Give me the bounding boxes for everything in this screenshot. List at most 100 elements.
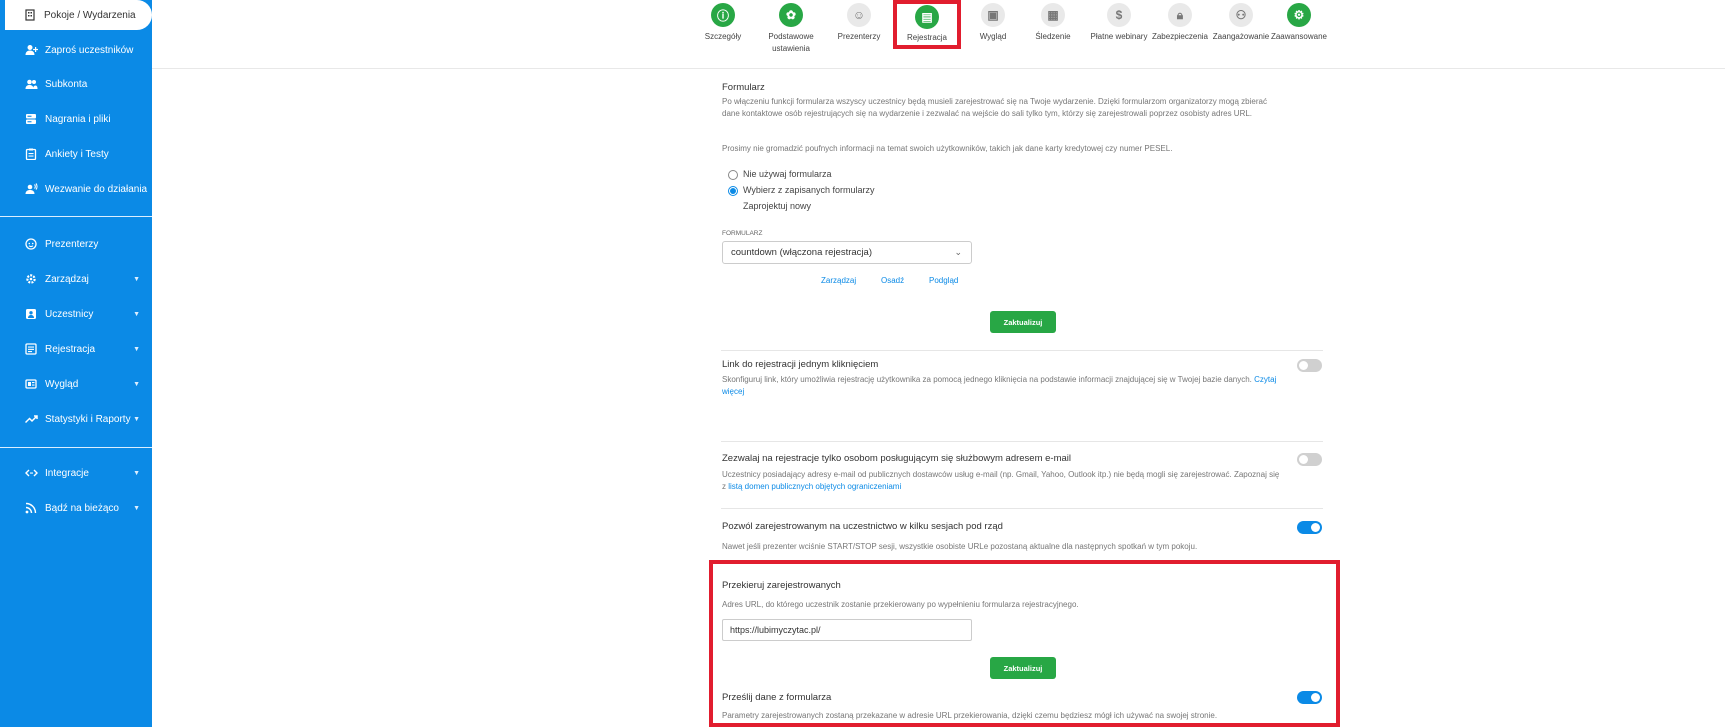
business-email-title: Zezwalaj na rejestracje tylko osobom pos… [722,453,1071,464]
layout-icon [24,377,38,391]
info-icon: ⓘ [711,3,735,27]
sidebar: Pokoje / Wydarzenia Zaproś uczestników S… [0,0,152,727]
form-icon [24,342,38,356]
sidebar-item-participants[interactable]: Uczestnicy ▼ [0,297,152,331]
pass-data-description: Parametry zarejestrowanych zostaną przek… [722,711,1218,720]
sidebar-divider [0,216,152,217]
user-plus-icon [24,43,38,57]
sidebar-item-recordings[interactable]: Nagrania i pliki [0,102,152,136]
sidebar-item-label: Wezwanie do działania [45,183,148,195]
sidebar-item-label: Prezenterzy [45,238,99,250]
tab-advanced[interactable]: ⚙ Zaawansowane [1262,0,1336,43]
sidebar-item-label: Rejestracja [45,343,96,355]
form-privacy-note: Prosimy nie gromadzić poufnych informacj… [722,144,1173,153]
sidebar-item-label: Zaproś uczestników [45,44,134,56]
radio-no-form[interactable] [728,170,738,180]
form-select-value: countdown (włączona rejestracja) [731,247,872,258]
tab-label: Rejestracja [906,33,947,42]
sidebar-item-surveys[interactable]: Ankiety i Testy [0,137,152,171]
sidebar-divider [0,447,152,448]
redirect-description: Adres URL, do którego uczestnik zostanie… [722,600,1079,609]
form-section-title: Formularz [722,82,765,93]
tab-details[interactable]: ⓘ Szczegóły [686,0,760,43]
sidebar-item-invite[interactable]: Zaproś uczestników [0,33,152,67]
layout-icon: ▣ [981,3,1005,27]
sidebar-item-stay-updated[interactable]: Bądź na bieżąco ▼ [0,491,152,525]
radio-saved-forms[interactable] [728,186,738,196]
tab-label: Śledzenie [1035,32,1071,41]
pass-data-toggle[interactable] [1297,691,1322,704]
sidebar-item-appearance[interactable]: Wygląd ▼ [0,367,152,401]
code-arrows-icon [24,466,38,480]
gear-icon: ✿ [779,3,803,27]
multi-session-toggle[interactable] [1297,521,1322,534]
pass-data-title: Prześlij dane z formularza [722,692,832,703]
tab-presenters[interactable]: ☺ Prezenterzy [822,0,896,43]
chevron-down-icon: ▼ [133,415,140,423]
update-form-button[interactable]: Zaktualizuj [990,311,1056,333]
sidebar-item-rooms[interactable]: Pokoje / Wydarzenia [5,0,152,30]
oneclick-toggle[interactable] [1297,359,1322,372]
lock-icon: 🔒︎ [1168,3,1192,27]
oneclick-description: Skonfiguruj link, który umożliwia rejest… [722,374,1282,398]
sidebar-item-label: Uczestnicy [45,308,94,320]
redirect-title: Przekieruj zarejestrowanych [722,580,841,591]
sidebar-item-subaccounts[interactable]: Subkonta [0,67,152,101]
gear-icon [24,272,38,286]
tab-label: Podstawowe ustawienia [768,32,814,53]
chevron-down-icon: ▼ [133,275,140,283]
section-divider [721,508,1323,509]
chevron-down-icon: ▼ [133,469,140,477]
sidebar-item-call-to-action[interactable]: Wezwanie do działania [0,172,152,206]
chevron-down-icon: ▼ [133,345,140,353]
tab-basic-settings[interactable]: ✿ Podstawowe ustawienia [754,0,828,55]
multi-session-description: Nawet jeśli prezenter wciśnie START/STOP… [722,542,1198,551]
form-select-label: FORMULARZ [722,230,763,237]
form-icon: ▤ [915,5,939,29]
business-email-toggle[interactable] [1297,453,1322,466]
users-icon [24,77,38,91]
chevron-down-icon: ▼ [133,380,140,388]
sidebar-item-integrations[interactable]: Integracje ▼ [0,456,152,490]
sidebar-item-registration[interactable]: Rejestracja ▼ [0,332,152,366]
sidebar-item-label: Ankiety i Testy [45,148,109,160]
embed-link[interactable]: Osadź [881,275,904,287]
rss-icon [24,501,38,515]
section-divider [721,350,1323,351]
chart-icon: ▦ [1041,3,1065,27]
chevron-down-icon: ▼ [133,310,140,318]
sidebar-item-label: Statystyki i Raporty [45,413,131,425]
storage-icon [24,112,38,126]
manage-link[interactable]: Zarządzaj [821,275,856,287]
business-email-description: Uczestnicy posiadający adresy e-mail od … [722,469,1282,493]
sidebar-item-manage[interactable]: Zarządzaj ▼ [0,262,152,296]
sidebar-item-label: Wygląd [45,378,79,390]
sidebar-item-presenters[interactable]: Prezenterzy [0,227,152,261]
tab-registration[interactable]: ▤ Rejestracja [893,0,961,49]
presenter-icon [24,237,38,251]
top-nav: ⓘ Szczegóły ✿ Podstawowe ustawienia ☺ Pr… [152,0,1725,69]
sidebar-item-label: Bądź na bieżąco [45,502,119,514]
building-icon [23,8,37,22]
sidebar-item-label: Subkonta [45,78,88,90]
form-select[interactable]: countdown (włączona rejestracja) ⌄ [722,241,972,264]
user-broadcast-icon [24,182,38,196]
preview-link[interactable]: Podgląd [929,275,958,287]
tab-label: Zaawansowane [1270,32,1328,41]
oneclick-desc-text: Skonfiguruj link, który umożliwia rejest… [722,375,1252,384]
person-card-icon [24,307,38,321]
oneclick-title: Link do rejestracji jednym kliknięciem [722,359,879,370]
form-description: Po włączeniu funkcji formularza wszyscy … [722,97,1267,118]
chevron-down-icon: ⌄ [954,247,962,257]
update-redirect-button[interactable]: Zaktualizuj [990,657,1056,679]
sidebar-item-label: Zarządzaj [45,273,89,285]
radio-no-form-label: Nie używaj formularza [743,169,832,179]
design-new-link[interactable]: Zaprojektuj nowy [743,201,811,211]
redirect-url-input[interactable]: https://lubimyczytac.pl/ [722,619,972,641]
public-domains-link[interactable]: listą domen publicznych objętych ogranic… [728,482,901,491]
radio-saved-forms-label: Wybierz z zapisanych formularzy [743,185,875,195]
sidebar-item-statistics[interactable]: Statystyki i Raporty ▼ [0,402,152,436]
sidebar-item-label: Nagrania i pliki [45,113,111,125]
people-icon: ⚇ [1229,3,1253,27]
tab-tracking[interactable]: ▦ Śledzenie [1016,0,1090,43]
